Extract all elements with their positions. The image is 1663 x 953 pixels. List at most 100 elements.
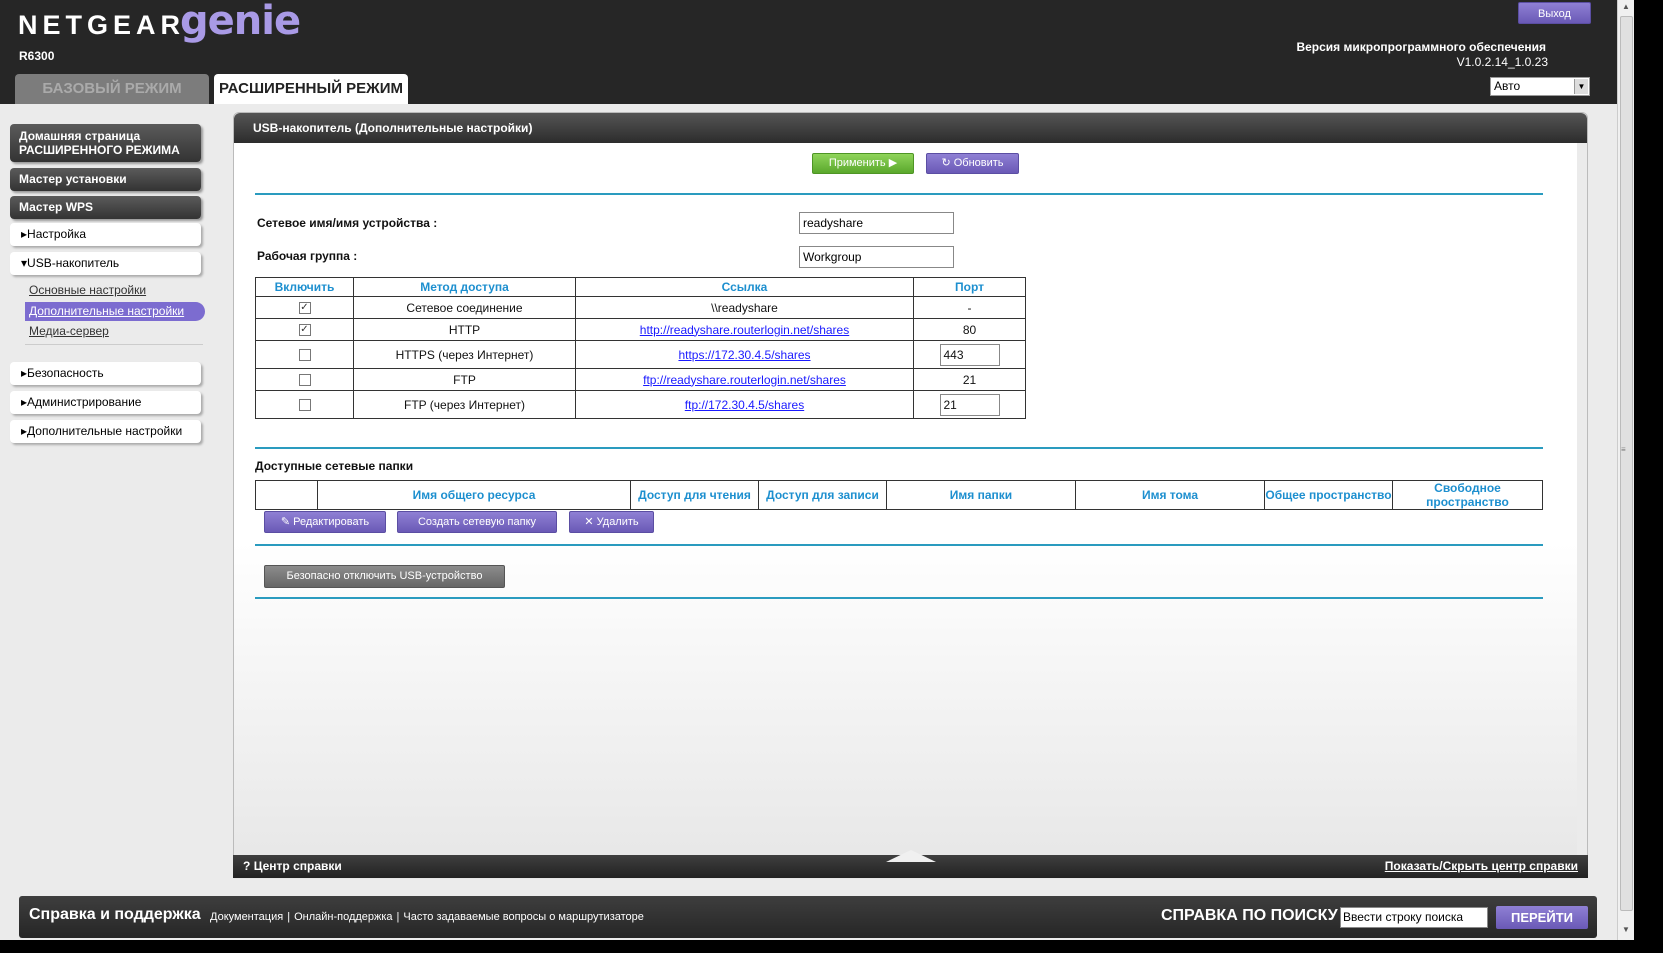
share-path: \\readyshare xyxy=(711,300,778,315)
play-arrow-icon: ▶ xyxy=(888,157,898,169)
folder-col-select xyxy=(255,480,318,510)
table-row: ✓ HTTP http://readyshare.routerlogin.net/s… xyxy=(255,318,1026,341)
link-cell: https://172.30.4.5/shares xyxy=(575,340,914,369)
link-cell: ftp://readyshare.routerlogin.net/shares xyxy=(575,368,914,391)
separator: | xyxy=(396,911,400,923)
enable-checkbox[interactable] xyxy=(298,399,311,412)
sidebar-sub-usb-advanced[interactable]: Дополнительные настройки xyxy=(25,302,205,321)
sidebar-item-setup-wizard[interactable]: Мастер установки xyxy=(10,168,201,191)
separator: | xyxy=(287,911,291,923)
enable-checkbox[interactable] xyxy=(298,374,311,387)
folder-col-total-space: Общее пространство xyxy=(1264,480,1393,510)
help-icon: ? xyxy=(243,859,251,873)
netgear-logo: NETGEAR xyxy=(18,10,186,40)
help-toggle-link[interactable]: Показать/Скрыть центр справки xyxy=(1385,859,1578,873)
language-select[interactable]: Авто ▼ xyxy=(1490,77,1590,96)
delete-button[interactable]: ✕ Удалить xyxy=(569,511,654,533)
port-value: - xyxy=(967,300,972,315)
device-name-input[interactable]: readyshare xyxy=(799,212,954,234)
safe-remove-usb-button[interactable]: Безопасно отключить USB-устройство xyxy=(264,565,505,588)
share-link[interactable]: http://readyshare.routerlogin.net/shares xyxy=(640,323,849,337)
method-cell: HTTPS (через Интернет) xyxy=(353,340,576,369)
dropdown-arrow-icon[interactable]: ▼ xyxy=(1574,79,1588,94)
create-folder-button[interactable]: Создать сетевую папку xyxy=(397,511,557,533)
folder-col-read-access: Доступ для чтения xyxy=(630,480,759,510)
main-panel: USB-накопитель (Дополнительные настройки… xyxy=(233,112,1588,879)
sidebar-item-security[interactable]: ▸Безопасность xyxy=(10,362,201,385)
apply-label: Применить xyxy=(828,157,886,169)
enable-cell: ✓ xyxy=(255,296,354,319)
port-input[interactable]: 21 xyxy=(939,393,1000,416)
router-model: R6300 xyxy=(19,49,55,63)
firmware-label: Версия микропрограммного обеспечения xyxy=(1296,40,1546,54)
panel-background xyxy=(234,543,1579,879)
method-cell: FTP xyxy=(353,368,576,391)
refresh-icon: ↻ xyxy=(941,157,951,169)
search-go-button[interactable]: ПЕРЕЙТИ xyxy=(1496,906,1588,929)
port-cell: 443 xyxy=(913,340,1026,369)
footer-link-faq[interactable]: Часто задаваемые вопросы о маршрутизатор… xyxy=(403,911,644,923)
device-name-label: Сетевое имя/имя устройства : xyxy=(257,216,438,230)
panel-scrollbar[interactable] xyxy=(1577,143,1587,879)
router-admin-window: NETGEAR genie ™ R6300 БАЗОВЫЙ РЕЖИМ РАСШ… xyxy=(0,0,1663,953)
logout-button[interactable]: Выход xyxy=(1518,2,1591,24)
folder-col-write-access: Доступ для записи xyxy=(758,480,887,510)
workgroup-input[interactable]: Workgroup xyxy=(799,246,954,268)
port-value: 80 xyxy=(962,322,977,337)
refresh-button[interactable]: ↻ Обновить xyxy=(926,153,1019,174)
sidebar-item-advanced-setup[interactable]: ▸Дополнительные настройки xyxy=(10,420,201,443)
expand-help-arrow-icon[interactable] xyxy=(886,850,936,862)
folder-col-folder-name: Имя папки xyxy=(886,480,1076,510)
header: NETGEAR genie ™ R6300 БАЗОВЫЙ РЕЖИМ РАСШ… xyxy=(0,0,1617,104)
help-center-link[interactable]: ? Центр справки xyxy=(243,859,342,873)
sidebar-item-home[interactable]: Домашняя страница РАСШИРЕННОГО РЕЖИМА xyxy=(10,124,201,162)
sidebar-item-label: Настройка xyxy=(27,227,87,241)
folder-col-free-space: Свободное пространство xyxy=(1392,480,1543,510)
scrollbar-thumb[interactable] xyxy=(1620,16,1633,911)
section-divider xyxy=(255,193,1543,195)
pencil-icon: ✎ xyxy=(280,516,291,528)
sidebar-item-wps-wizard[interactable]: Мастер WPS xyxy=(10,196,201,219)
method-cell: Сетевое соединение xyxy=(353,296,576,319)
tab-basic-mode[interactable]: БАЗОВЫЙ РЕЖИМ xyxy=(15,74,209,104)
port-value: 21 xyxy=(962,372,977,387)
enable-cell: ✓ xyxy=(255,318,354,341)
page-title: USB-накопитель (Дополнительные настройки… xyxy=(234,113,1587,143)
scroll-up-icon[interactable]: ▲ xyxy=(1622,2,1630,11)
folder-col-volume-name: Имя тома xyxy=(1075,480,1265,510)
sidebar-sub-usb-basic[interactable]: Основные настройки xyxy=(29,283,146,297)
apply-button[interactable]: Применить ▶ xyxy=(812,153,914,174)
trademark-mark: ™ xyxy=(284,12,293,22)
enable-checkbox[interactable] xyxy=(298,349,311,362)
delete-label: Удалить xyxy=(596,516,639,528)
sidebar-item-setup[interactable]: ▸Настройка xyxy=(10,223,201,246)
table-row: ✓ Сетевое соединение \\readyshare - xyxy=(255,296,1026,319)
col-enable: Включить xyxy=(255,277,354,297)
sidebar-sub-media-server[interactable]: Медиа-сервер xyxy=(29,324,109,338)
col-port: Порт xyxy=(913,277,1026,297)
enable-checkbox[interactable]: ✓ xyxy=(298,324,311,337)
folder-col-share-name: Имя общего ресурса xyxy=(317,480,631,510)
footer-link-support[interactable]: Онлайн-поддержка xyxy=(294,911,392,923)
enable-cell xyxy=(255,368,354,391)
genie-logo: genie xyxy=(180,0,301,44)
enable-checkbox[interactable]: ✓ xyxy=(298,302,311,315)
search-input[interactable]: Ввести строку поиска xyxy=(1340,907,1488,928)
close-icon: ✕ xyxy=(584,516,594,528)
grip-icon: ≡ xyxy=(1621,445,1626,454)
sidebar-item-label: Дополнительные настройки xyxy=(27,424,183,438)
share-link[interactable]: ftp://172.30.4.5/shares xyxy=(685,398,804,412)
scroll-down-icon[interactable]: ▼ xyxy=(1622,925,1630,934)
tab-advanced-mode[interactable]: РАСШИРЕННЫЙ РЕЖИМ xyxy=(214,74,408,104)
port-input[interactable]: 443 xyxy=(939,343,1000,366)
edit-button[interactable]: ✎ Редактировать xyxy=(264,511,386,533)
window-scrollbar[interactable]: ▲ ≡ ▼ xyxy=(1617,0,1634,940)
footer-link-docs[interactable]: Документация xyxy=(210,911,283,923)
sidebar-item-usb[interactable]: ▾USB-накопитель xyxy=(10,252,201,275)
sidebar-divider xyxy=(25,344,203,345)
workgroup-label: Рабочая группа : xyxy=(257,249,358,263)
share-link[interactable]: https://172.30.4.5/shares xyxy=(678,348,810,362)
link-cell: ftp://172.30.4.5/shares xyxy=(575,390,914,419)
sidebar-item-admin[interactable]: ▸Администрирование xyxy=(10,391,201,414)
share-link[interactable]: ftp://readyshare.routerlogin.net/shares xyxy=(643,373,846,387)
